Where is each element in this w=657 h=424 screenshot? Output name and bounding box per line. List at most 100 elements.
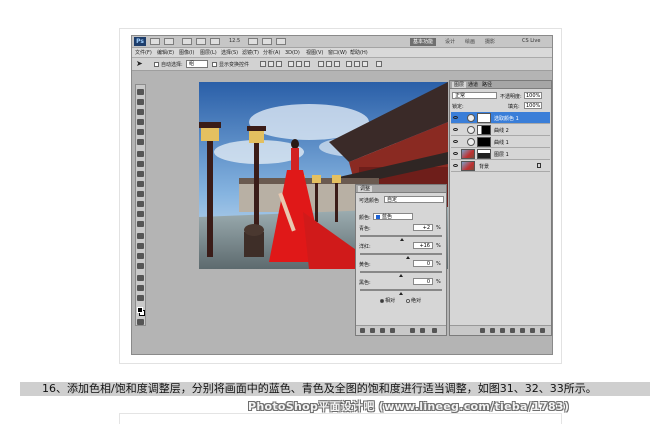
clip-to-layer-icon[interactable] xyxy=(380,328,385,333)
align-bottom-icon[interactable] xyxy=(276,61,282,67)
align-center-icon[interactable] xyxy=(296,61,302,67)
menu-view[interactable]: 视图(V) xyxy=(306,49,323,57)
3d-rotate-tool-icon[interactable] xyxy=(137,275,144,281)
previous-state-icon[interactable] xyxy=(410,328,415,333)
slider-thumb[interactable] xyxy=(399,274,403,277)
quick-select-tool-icon[interactable] xyxy=(137,119,144,125)
clone-stamp-tool-icon[interactable] xyxy=(137,171,144,177)
layer-style-icon[interactable] xyxy=(490,328,495,333)
layer-mask-thumbnail[interactable] xyxy=(477,113,491,123)
add-mask-icon[interactable] xyxy=(500,328,505,333)
align-top-icon[interactable] xyxy=(260,61,266,67)
slider-thumb[interactable] xyxy=(405,256,410,259)
eyedropper-tool-icon[interactable] xyxy=(137,139,144,145)
show-transform-checkbox[interactable] xyxy=(212,62,217,67)
brush-tool-icon[interactable] xyxy=(137,161,144,167)
mini-bridge-button[interactable] xyxy=(164,38,174,45)
layer-row-selective-color[interactable]: 选取颜色 1 xyxy=(451,112,550,124)
distribute-bottom-icon[interactable] xyxy=(334,61,340,67)
new-adjustment-layer-icon[interactable] xyxy=(510,328,515,333)
tab-layers[interactable]: 图层 xyxy=(452,82,467,88)
lasso-tool-icon[interactable] xyxy=(137,109,144,115)
blend-mode-dropdown[interactable]: 正常 xyxy=(452,92,497,99)
link-layers-icon[interactable] xyxy=(480,328,485,333)
auto-select-dropdown[interactable]: 组 xyxy=(186,60,208,68)
distribute-center-icon[interactable] xyxy=(354,61,360,67)
slider-track[interactable] xyxy=(360,253,442,255)
workspace-design[interactable]: 设计 xyxy=(442,38,458,46)
zoom-tool-button[interactable] xyxy=(210,38,220,45)
delete-adjustment-icon[interactable] xyxy=(432,328,437,333)
menu-image[interactable]: 图像(I) xyxy=(179,49,194,57)
fill-input[interactable]: 100% xyxy=(524,102,542,109)
eye-icon[interactable] xyxy=(453,164,458,167)
eraser-tool-icon[interactable] xyxy=(137,191,144,197)
slider-thumb[interactable] xyxy=(399,292,403,295)
workspace-essentials[interactable]: 基本功能 xyxy=(410,38,437,46)
slider-value-input[interactable]: +2 xyxy=(413,224,433,231)
menu-window[interactable]: 窗口(W) xyxy=(328,49,347,57)
new-layer-icon[interactable] xyxy=(530,328,535,333)
layer-mask-thumbnail[interactable] xyxy=(477,137,491,147)
distribute-right-icon[interactable] xyxy=(362,61,368,67)
arrange-documents-button[interactable] xyxy=(262,38,272,45)
layer-mask-thumbnail[interactable] xyxy=(477,125,491,135)
layer-row-curves-1[interactable]: 曲线 1 xyxy=(451,136,550,148)
dodge-tool-icon[interactable] xyxy=(137,221,144,227)
shape-tool-icon[interactable] xyxy=(137,263,144,269)
preset-dropdown[interactable]: 自定 xyxy=(384,196,444,203)
new-group-icon[interactable] xyxy=(520,328,525,333)
back-icon[interactable] xyxy=(360,328,365,333)
slider-value-input[interactable]: 0 xyxy=(413,278,433,285)
move-tool-icon[interactable] xyxy=(137,89,144,95)
zoom-level[interactable]: 12.5 xyxy=(229,38,240,44)
align-middle-icon[interactable] xyxy=(268,61,274,67)
menu-file[interactable]: 文件(F) xyxy=(135,49,152,57)
menu-analysis[interactable]: 分析(A) xyxy=(263,49,280,57)
move-tool-icon[interactable]: ➤ xyxy=(136,60,143,68)
type-tool-icon[interactable] xyxy=(137,243,144,249)
opacity-input[interactable]: 100% xyxy=(524,92,542,99)
tab-paths[interactable]: 路径 xyxy=(480,82,494,88)
slider-value-input[interactable]: 0 xyxy=(413,260,433,267)
visibility-icon[interactable] xyxy=(390,328,395,333)
layer-row-curves-2[interactable]: 曲线 2 xyxy=(451,124,550,136)
relative-radio[interactable]: 相对 xyxy=(380,297,395,304)
reset-icon[interactable] xyxy=(420,328,425,333)
blur-tool-icon[interactable] xyxy=(137,211,144,217)
workspace-photography[interactable]: 摄影 xyxy=(482,38,498,46)
slider-value-input[interactable]: +16 xyxy=(413,242,433,249)
distribute-top-icon[interactable] xyxy=(318,61,324,67)
auto-select-checkbox[interactable] xyxy=(154,62,159,67)
gradient-tool-icon[interactable] xyxy=(137,201,144,207)
color-dropdown[interactable]: 蓝色 xyxy=(373,213,413,220)
menu-3d[interactable]: 3D(D) xyxy=(285,49,300,57)
delete-layer-icon[interactable] xyxy=(540,328,545,333)
marquee-tool-icon[interactable] xyxy=(137,99,144,105)
menu-layer[interactable]: 图层(L) xyxy=(200,49,217,57)
quick-mask-icon[interactable] xyxy=(137,319,144,325)
expand-view-icon[interactable] xyxy=(370,328,375,333)
rotate-view-button[interactable] xyxy=(248,38,258,45)
absolute-radio[interactable]: 绝对 xyxy=(406,297,421,304)
layer-mask-thumbnail[interactable] xyxy=(477,149,491,159)
eye-icon[interactable] xyxy=(453,116,458,119)
menu-filter[interactable]: 滤镜(T) xyxy=(242,49,259,57)
tab-channels[interactable]: 通道 xyxy=(466,82,480,88)
slider-track[interactable] xyxy=(360,289,442,291)
align-left-icon[interactable] xyxy=(288,61,294,67)
adjustments-tab[interactable]: 调整 xyxy=(358,186,373,192)
distribute-middle-icon[interactable] xyxy=(326,61,332,67)
slider-track[interactable] xyxy=(360,235,442,237)
layer-row-background[interactable]: 背景 xyxy=(451,160,550,172)
eye-icon[interactable] xyxy=(453,152,458,155)
view-extras-button[interactable] xyxy=(182,38,192,45)
history-brush-tool-icon[interactable] xyxy=(137,181,144,187)
cs-live-button[interactable]: CS Live xyxy=(522,38,540,44)
slider-track[interactable] xyxy=(360,271,442,273)
eye-icon[interactable] xyxy=(453,140,458,143)
bridge-button[interactable] xyxy=(150,38,160,45)
menu-select[interactable]: 选择(S) xyxy=(221,49,238,57)
distribute-left-icon[interactable] xyxy=(346,61,352,67)
layer-row-layer-1[interactable]: 图层 1 xyxy=(451,148,550,160)
